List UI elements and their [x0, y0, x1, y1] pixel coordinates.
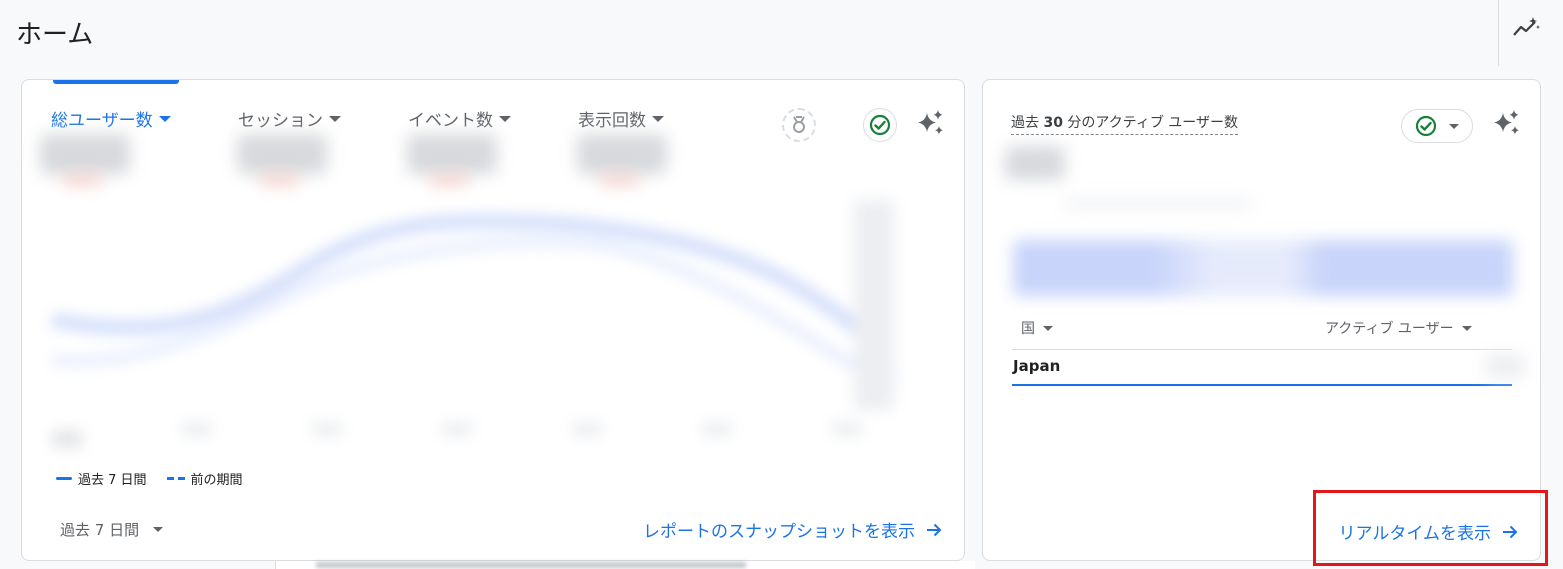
country-name: Japan — [1013, 357, 1061, 375]
arrow-right-icon — [1503, 525, 1518, 538]
sparkle-icon — [918, 110, 943, 135]
view-snapshot-link[interactable]: レポートのスナップショットを表示 — [643, 517, 943, 542]
check-circle-icon — [869, 114, 891, 136]
ai-insights-button[interactable] — [916, 109, 946, 139]
caret-down-icon — [158, 115, 171, 122]
delta-redacted — [429, 176, 469, 184]
delta-redacted — [62, 176, 102, 184]
legend-current-label: 過去 7 日間 — [78, 473, 147, 488]
arrow-right-icon — [927, 523, 942, 536]
caret-down-icon — [652, 115, 664, 122]
legend-previous-label: 前の期間 — [190, 473, 243, 488]
column-header-label: アクティブ ユーザー — [1325, 321, 1454, 337]
realtime-card-title[interactable]: 過去 30 分のアクティブ ユーザー数 — [1011, 112, 1239, 135]
column-header-active-users[interactable]: アクティブ ユーザー — [1325, 318, 1472, 338]
metric-value-redacted — [237, 134, 327, 174]
metric-tab-events[interactable]: イベント数 — [408, 106, 511, 131]
metric-tab-total-users[interactable]: 総ユーザー数 — [51, 106, 171, 131]
view-realtime-label: リアルタイムを表示 — [1338, 524, 1492, 544]
metric-tab-sessions[interactable]: セッション — [238, 106, 341, 131]
active-tab-indicator — [53, 80, 179, 84]
caret-down-icon — [1043, 325, 1053, 331]
realtime-ai-insights-button[interactable] — [1492, 109, 1522, 139]
date-range-label: 過去 7 日間 — [60, 521, 140, 539]
medal-icon — [793, 116, 805, 133]
overview-card: 総ユーザー数 セッション イベント数 表示回数 過去 7 日間 前の期間 過去 … — [21, 79, 965, 561]
caret-down-icon — [1449, 123, 1459, 129]
metric-value-redacted — [40, 134, 130, 174]
caret-down-icon — [499, 115, 511, 122]
metric-value-redacted — [407, 134, 497, 174]
chart-legend: 過去 7 日間 前の期間 — [56, 469, 243, 488]
trend-sparkle-icon — [1513, 17, 1540, 36]
caret-down-icon — [1461, 325, 1472, 331]
table-row[interactable]: Japan — [1012, 357, 1512, 386]
metric-value-redacted — [577, 134, 667, 174]
legend-dashed-line-icon — [166, 477, 185, 480]
realtime-value-redacted — [1005, 146, 1065, 180]
realtime-subtitle-redacted — [1063, 200, 1253, 208]
metric-tab-label: 表示回数 — [578, 111, 646, 131]
page-title: ホーム — [16, 20, 94, 50]
date-range-selector[interactable]: 過去 7 日間 — [60, 519, 164, 540]
sparkle-icon — [1494, 110, 1519, 135]
legend-solid-line-icon — [56, 477, 72, 480]
caret-down-icon — [329, 115, 341, 122]
delta-redacted — [259, 176, 299, 184]
column-header-country[interactable]: 国 — [1021, 318, 1053, 338]
users-line-chart-redacted — [50, 200, 898, 448]
caret-down-icon — [153, 527, 164, 532]
realtime-minutes-value: 30 — [1043, 115, 1063, 131]
realtime-data-quality-button[interactable] — [1401, 109, 1473, 143]
metric-tab-views[interactable]: 表示回数 — [578, 106, 664, 131]
data-quality-button[interactable] — [863, 108, 897, 142]
metric-tab-label: イベント数 — [408, 111, 493, 131]
delta-redacted — [599, 176, 639, 184]
view-realtime-link[interactable]: リアルタイムを表示 — [1339, 519, 1520, 544]
benchmark-button[interactable] — [782, 108, 816, 142]
view-snapshot-label: レポートのスナップショットを表示 — [643, 522, 915, 542]
insights-button[interactable] — [1510, 14, 1542, 42]
below-fold-notice-redacted — [275, 561, 975, 569]
column-header-label: 国 — [1021, 321, 1035, 337]
metric-tab-label: セッション — [238, 111, 323, 131]
active-users-value-redacted — [1485, 354, 1525, 378]
table-divider — [1012, 349, 1512, 350]
metric-tab-label: 総ユーザー数 — [51, 111, 153, 131]
realtime-card: 過去 30 分のアクティブ ユーザー数 国 アクティブ ユーザー Japan リ… — [982, 79, 1541, 561]
realtime-bar-chart-redacted — [1013, 240, 1513, 296]
header-divider — [1498, 0, 1499, 66]
check-circle-icon — [1415, 115, 1437, 137]
